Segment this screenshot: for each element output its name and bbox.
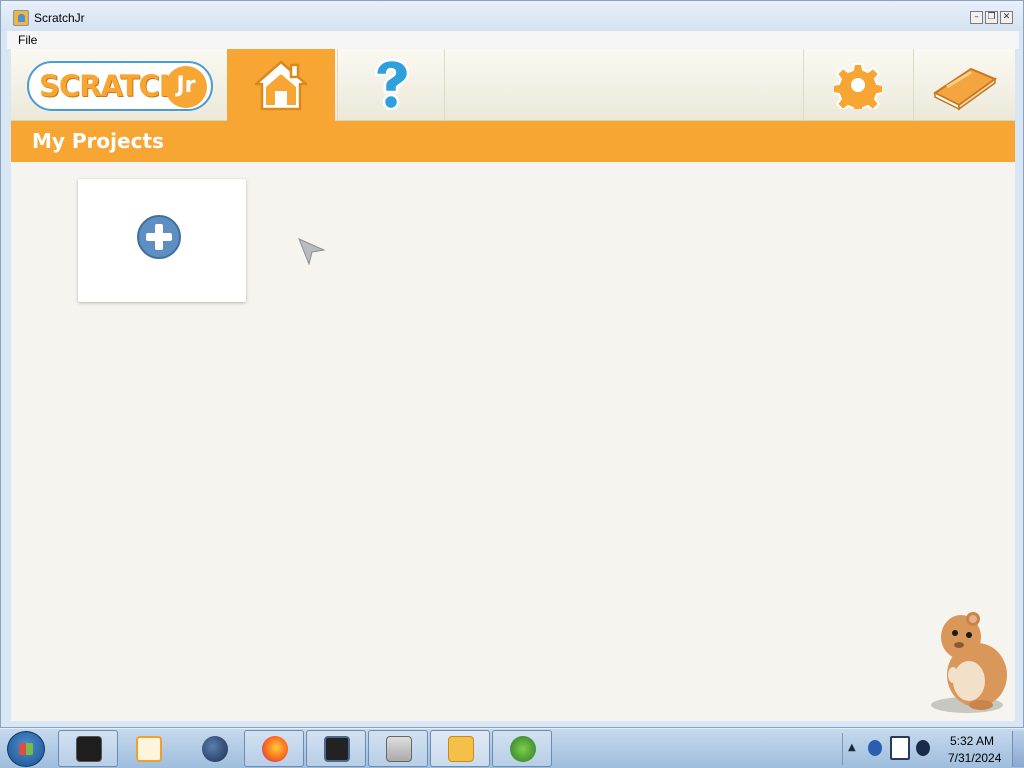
book-icon: [932, 67, 997, 111]
taskbar-item-window-app[interactable]: [306, 730, 366, 767]
scratchjr-icon: [448, 736, 474, 762]
close-button[interactable]: ✕: [1000, 11, 1013, 24]
logo-jr-badge: Jr: [165, 66, 207, 108]
taskbar: ▲ 5:32 AM 7/31/2024: [0, 728, 1024, 768]
taskbar-item-network[interactable]: [492, 730, 552, 767]
scratchjr-app-icon: [13, 10, 29, 26]
tray-display-icon[interactable]: [890, 736, 910, 760]
system-tray: ▲ 5:32 AM 7/31/2024: [842, 729, 1024, 768]
page-title: My Projects: [32, 129, 164, 153]
tray-volume-icon[interactable]: [916, 740, 930, 756]
taskbar-item-firefox[interactable]: [244, 730, 304, 767]
terminal-icon: [76, 736, 102, 762]
question-icon: [374, 58, 410, 111]
minimize-button[interactable]: –: [970, 11, 983, 24]
page-heading-bar: My Projects: [11, 121, 1015, 162]
tray-separator: [842, 733, 843, 765]
window-app-icon: [324, 736, 350, 762]
show-desktop-button[interactable]: [1012, 731, 1024, 767]
scratchjr-logo: SCRATCH Jr: [27, 61, 213, 111]
hamster-mascot-icon: [931, 612, 1007, 713]
tab-settings[interactable]: [803, 49, 911, 121]
window-title: ScratchJr: [34, 11, 85, 25]
taskbar-item-terminal[interactable]: [58, 730, 118, 767]
control-panel-icon: [386, 736, 412, 762]
firefox-icon: [262, 736, 288, 762]
window-controls: – ❐ ✕: [970, 11, 1013, 24]
plus-circle-icon[interactable]: [136, 214, 182, 260]
mouse-pointer-icon: [298, 238, 326, 266]
taskbar-item-globe[interactable]: [184, 730, 244, 767]
network-icon: [510, 736, 536, 762]
menu-file[interactable]: File: [18, 33, 37, 47]
tab-home[interactable]: [227, 49, 335, 121]
clock-time[interactable]: 5:32 AM: [950, 734, 994, 748]
home-icon: [254, 60, 308, 111]
app-client: SCRATCH Jr My Projects: [11, 49, 1015, 721]
tab-help[interactable]: [337, 49, 445, 121]
restore-button[interactable]: ❐: [985, 11, 998, 24]
gear-icon: [833, 63, 882, 109]
title-bar[interactable]: ScratchJr – ❐ ✕: [1, 1, 1023, 31]
clock-date[interactable]: 7/31/2024: [948, 751, 1001, 765]
top-navigation: SCRATCH Jr: [11, 49, 1015, 121]
new-project-card[interactable]: [78, 179, 246, 302]
windows-start-icon[interactable]: [7, 731, 45, 767]
taskbar-item-control-panel[interactable]: [368, 730, 428, 767]
tray-app-icon[interactable]: [868, 740, 882, 756]
app-window: ScratchJr – ❐ ✕ File SCRATCH Jr My Proje…: [0, 0, 1024, 728]
taskbar-item-media-player[interactable]: [118, 730, 178, 767]
tab-library[interactable]: [913, 49, 1015, 121]
menu-bar: File: [7, 31, 1019, 49]
taskbar-item-scratchjr[interactable]: [430, 730, 490, 767]
media-player-icon: [136, 736, 162, 762]
logo-text: SCRATCH: [39, 69, 183, 103]
tray-expand-arrow-icon[interactable]: ▲: [848, 742, 856, 753]
globe-icon: [202, 736, 228, 762]
